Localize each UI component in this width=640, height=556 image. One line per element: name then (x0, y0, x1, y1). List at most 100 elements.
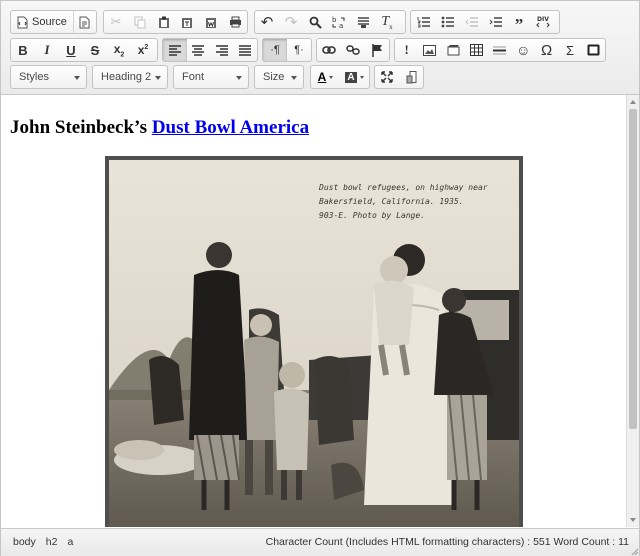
table-button[interactable] (465, 39, 488, 61)
smiley-button[interactable]: ☺ (512, 39, 535, 61)
undo-button[interactable]: ↶ (255, 11, 279, 33)
indent-icon (489, 17, 502, 27)
chevron-down-icon (236, 76, 242, 80)
remove-format-button[interactable]: Tx (375, 11, 399, 33)
special-char-button[interactable]: Ω (535, 39, 558, 61)
underline-button[interactable]: U (59, 39, 83, 61)
align-right-button[interactable] (210, 39, 234, 61)
image-button[interactable] (418, 39, 441, 61)
italic-button[interactable]: I (35, 39, 59, 61)
rtl-button[interactable]: ¶· (287, 39, 311, 61)
element-path: body h2 a (13, 536, 73, 548)
scroll-down-icon[interactable] (630, 518, 636, 522)
scroll-thumb[interactable] (629, 109, 637, 429)
justify-button[interactable] (234, 39, 258, 61)
anchor-button[interactable] (365, 39, 389, 61)
scroll-up-icon[interactable] (630, 100, 636, 104)
print-button[interactable] (223, 11, 247, 33)
size-dropdown[interactable]: Size (254, 65, 304, 89)
paste-text-button[interactable] (175, 11, 199, 33)
horizontal-rule-icon (493, 46, 507, 54)
superscript-button[interactable]: x2 (131, 39, 155, 61)
vertical-scrollbar[interactable] (626, 95, 639, 527)
redo-button[interactable]: ↷ (279, 11, 303, 33)
print-icon (229, 16, 241, 28)
numbered-list-button[interactable] (411, 11, 435, 33)
ltr-icon: ·¶ (270, 44, 280, 56)
align-center-icon (192, 44, 205, 56)
source-button[interactable]: Source (11, 11, 74, 33)
status-bar: body h2 a Character Count (Includes HTML… (1, 528, 639, 556)
select-all-button[interactable] (351, 11, 375, 33)
replace-icon: ba (332, 16, 345, 29)
link-button[interactable] (317, 39, 341, 61)
create-div-button[interactable]: DIV (531, 11, 555, 33)
select-all-icon (357, 16, 369, 28)
editor-content[interactable]: John Steinbeck’s Dust Bowl America Dust … (1, 95, 625, 527)
heading-link[interactable]: Dust Bowl America (152, 117, 309, 138)
basicstyles-group: B I U S x2 x2 (10, 38, 158, 62)
bulleted-list-button[interactable] (435, 11, 459, 33)
text-color-icon: A (317, 70, 327, 84)
flash-icon (447, 45, 460, 56)
photo-image: Dust bowl refugees, on highway near Bake… (109, 160, 519, 527)
insert-group: ! ☺ Ω Σ (394, 38, 606, 62)
copy-button[interactable] (128, 11, 152, 33)
paste-button[interactable] (152, 11, 176, 33)
path-h2[interactable]: h2 (46, 536, 58, 548)
styles-dropdown[interactable]: Styles (10, 65, 87, 89)
caption-line-3: 903-E. Photo by Lange. (319, 211, 425, 220)
cut-button[interactable]: ✂ (104, 11, 128, 33)
outdent-button[interactable] (459, 11, 483, 33)
paste-word-button[interactable] (199, 11, 223, 33)
bold-button[interactable]: B (11, 39, 35, 61)
align-center-button[interactable] (187, 39, 211, 61)
caption-line-2: Bakersfield, California. 1935. (319, 197, 464, 206)
bg-color-button[interactable]: A (340, 66, 369, 88)
iframe-button[interactable] (582, 39, 605, 61)
show-blocks-button[interactable] (399, 66, 423, 88)
format-dropdown-label: Heading 2 (101, 71, 152, 83)
show-blocks-icon (406, 70, 416, 83)
smiley-icon: ☺ (516, 42, 531, 58)
word-count: Character Count (Includes HTML formattin… (265, 536, 629, 548)
outdent-icon (464, 17, 478, 27)
div-icon: DIV (536, 16, 550, 28)
unlink-button[interactable] (341, 39, 365, 61)
flash-button[interactable] (442, 39, 465, 61)
blockquote-button[interactable]: ” (507, 11, 531, 34)
text-color-button[interactable]: A (311, 66, 340, 88)
replace-button[interactable]: ba (327, 11, 351, 33)
svg-text:b: b (332, 16, 337, 24)
horizontal-rule-button[interactable] (488, 39, 511, 61)
find-button[interactable] (303, 11, 327, 33)
sum-button[interactable]: Σ (558, 39, 581, 61)
maximize-icon (381, 71, 393, 83)
link-icon (322, 46, 336, 54)
path-a[interactable]: a (67, 536, 73, 548)
maximize-button[interactable] (375, 66, 399, 88)
list-group: ” DIV (410, 10, 560, 34)
templates-button[interactable] (74, 11, 96, 33)
align-left-button[interactable] (163, 39, 187, 61)
styles-dropdown-label: Styles (19, 71, 49, 83)
chevron-down-icon (329, 75, 334, 79)
clipboard-group: ✂ (103, 10, 248, 34)
path-body[interactable]: body (13, 536, 36, 548)
ltr-button[interactable]: ·¶ (263, 39, 287, 61)
dust-bowl-photo[interactable]: Dust bowl refugees, on highway near Bake… (105, 156, 523, 527)
info-button[interactable]: ! (395, 39, 418, 61)
numbered-list-icon (417, 17, 430, 28)
templates-icon (79, 16, 90, 28)
sum-icon: Σ (565, 42, 574, 58)
subscript-button[interactable]: x2 (107, 39, 131, 61)
resize-grip-icon[interactable] (630, 547, 638, 555)
remove-format-icon: Tx (381, 13, 393, 31)
chevron-down-icon (74, 76, 80, 80)
indent-button[interactable] (483, 11, 507, 33)
strike-button[interactable]: S (83, 39, 107, 61)
rich-text-editor: Source ✂ ↶ ↷ b a Tx ” DIV B I U S x2 x2 … (0, 0, 640, 556)
font-dropdown[interactable]: Font (173, 65, 249, 89)
format-dropdown[interactable]: Heading 2 (92, 65, 168, 89)
info-icon: ! (404, 42, 409, 57)
